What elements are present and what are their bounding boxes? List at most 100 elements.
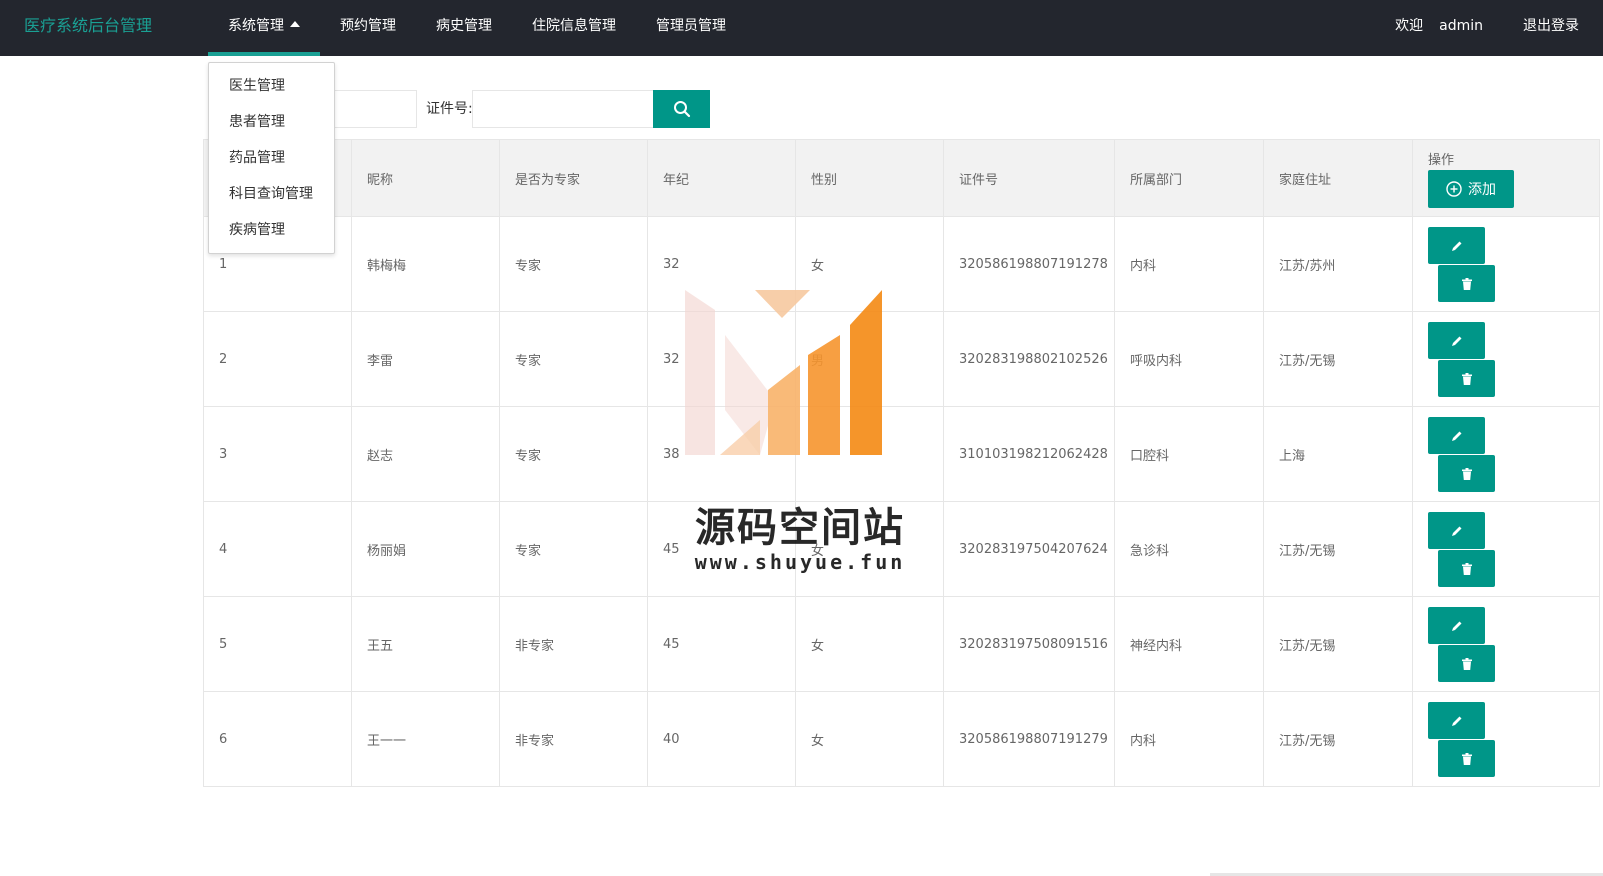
edit-button[interactable]	[1428, 607, 1485, 644]
col-header-department: 所属部门	[1114, 139, 1264, 217]
delete-button[interactable]	[1438, 265, 1495, 302]
nickname-input[interactable]	[323, 90, 417, 128]
cell-department: 呼吸内科	[1114, 311, 1264, 407]
cell-nickname: 王一一	[351, 691, 500, 787]
cell-address: 江苏/无锡	[1263, 596, 1413, 692]
cell-expert: 非专家	[499, 691, 648, 787]
nav-item-label: 病史管理	[436, 18, 492, 34]
cell-age: 45	[647, 501, 796, 597]
cell-actions	[1412, 216, 1600, 312]
menu-item-doctors[interactable]: 医生管理	[209, 68, 334, 104]
menu-item-diseases[interactable]: 疾病管理	[209, 212, 334, 248]
nav-item-appointments[interactable]: 预约管理	[320, 0, 416, 56]
menu-item-drugs[interactable]: 药品管理	[209, 140, 334, 176]
add-button-label: 添加	[1468, 181, 1496, 198]
cell-department: 口腔科	[1114, 406, 1264, 502]
cell-gender: 男	[795, 311, 944, 407]
col-header-nickname: 昵称	[351, 139, 500, 217]
cell-id-number: 320283197504207624	[943, 501, 1115, 597]
nav-item-system[interactable]: 系统管理	[208, 0, 320, 56]
nav-item-label: 系统管理	[228, 18, 284, 34]
cell-actions	[1412, 501, 1600, 597]
cell-nickname: 李雷	[351, 311, 500, 407]
nav-item-label: 住院信息管理	[532, 18, 616, 34]
row-actions	[1414, 693, 1599, 786]
cell-age: 32	[647, 311, 796, 407]
delete-button[interactable]	[1438, 550, 1495, 587]
cell-department: 神经内科	[1114, 596, 1264, 692]
delete-button[interactable]	[1438, 360, 1495, 397]
table-row: 2 李雷 专家 32 男 320283198802102526 呼吸内科 江苏/无锡	[203, 311, 1600, 407]
trash-icon	[1461, 277, 1472, 290]
table-row: 6 王一一 非专家 40 女 320586198807191279 内科 江苏/无锡	[203, 691, 1600, 787]
cell-gender	[795, 406, 944, 502]
id-number-input[interactable]	[472, 90, 664, 128]
pencil-icon	[1451, 716, 1461, 726]
nav-item-admins[interactable]: 管理员管理	[636, 0, 746, 56]
cell-nickname: 赵志	[351, 406, 500, 502]
username[interactable]: admin	[1439, 0, 1483, 52]
pencil-icon	[1451, 241, 1461, 251]
search-button[interactable]	[653, 90, 710, 128]
app-logo-title: 医疗系统后台管理	[24, 16, 153, 35]
edit-button[interactable]	[1428, 322, 1485, 359]
cell-expert: 非专家	[499, 596, 648, 692]
cell-index: 2	[203, 311, 352, 407]
id-number-label: 证件号:	[426, 101, 473, 117]
trash-icon	[1461, 657, 1472, 670]
cell-age: 45	[647, 596, 796, 692]
cell-nickname: 韩梅梅	[351, 216, 500, 312]
cell-department: 急诊科	[1114, 501, 1264, 597]
col-header-expert: 是否为专家	[499, 139, 648, 217]
table-row: 1 韩梅梅 专家 32 女 320586198807191278 内科 江苏/苏州	[203, 216, 1600, 312]
cell-expert: 专家	[499, 216, 648, 312]
edit-button[interactable]	[1428, 512, 1485, 549]
nav-item-history[interactable]: 病史管理	[416, 0, 512, 56]
table-row: 5 王五 非专家 45 女 320283197508091516 神经内科 江苏/无锡	[203, 596, 1600, 692]
edit-button[interactable]	[1428, 417, 1485, 454]
delete-button[interactable]	[1438, 645, 1495, 682]
menu-item-subjects[interactable]: 科目查询管理	[209, 176, 334, 212]
cell-id-number: 320283197508091516	[943, 596, 1115, 692]
cell-address: 上海	[1263, 406, 1413, 502]
user-area: 欢迎 admin 退出登录	[1379, 0, 1579, 52]
doctor-table: 昵称 是否为专家 年纪 性别 证件号 所属部门 家庭住址 操作 添加 1 韩梅梅专…	[203, 139, 1600, 787]
cell-index: 6	[203, 691, 352, 787]
cell-gender: 女	[795, 691, 944, 787]
pencil-icon	[1451, 621, 1461, 631]
row-actions	[1414, 218, 1599, 311]
row-actions	[1414, 598, 1599, 691]
col-header-id-number: 证件号	[943, 139, 1115, 217]
plus-circle-icon	[1446, 180, 1462, 197]
cell-id-number: 320283198802102526	[943, 311, 1115, 407]
top-navbar: 医疗系统后台管理 系统管理 预约管理 病史管理 住院信息管理 管理员管理 欢迎 …	[0, 0, 1603, 56]
cell-id-number: 310103198212062428	[943, 406, 1115, 502]
menu-item-patients[interactable]: 患者管理	[209, 104, 334, 140]
edit-button[interactable]	[1428, 702, 1485, 739]
cell-index: 4	[203, 501, 352, 597]
cell-address: 江苏/无锡	[1263, 311, 1413, 407]
cell-gender: 女	[795, 501, 944, 597]
nav-item-label: 管理员管理	[656, 18, 726, 34]
search-icon	[673, 101, 690, 118]
add-button[interactable]: 添加	[1428, 169, 1514, 208]
welcome-text: 欢迎	[1395, 18, 1424, 34]
cell-address: 江苏/无锡	[1263, 691, 1413, 787]
actions-title: 操作	[1428, 152, 1455, 168]
delete-button[interactable]	[1438, 740, 1495, 777]
logout-link[interactable]: 退出登录	[1523, 0, 1579, 52]
cell-department: 内科	[1114, 691, 1264, 787]
caret-up-icon	[290, 21, 300, 27]
nav-item-hospitalization[interactable]: 住院信息管理	[512, 0, 636, 56]
cell-index: 3	[203, 406, 352, 502]
cell-nickname: 杨丽娟	[351, 501, 500, 597]
trash-icon	[1461, 752, 1472, 765]
edit-button[interactable]	[1428, 227, 1485, 264]
trash-icon	[1461, 562, 1472, 575]
delete-button[interactable]	[1438, 455, 1495, 492]
cell-gender: 女	[795, 596, 944, 692]
pencil-icon	[1451, 431, 1461, 441]
col-header-gender: 性别	[795, 139, 944, 217]
cell-actions	[1412, 406, 1600, 502]
cell-address: 江苏/苏州	[1263, 216, 1413, 312]
